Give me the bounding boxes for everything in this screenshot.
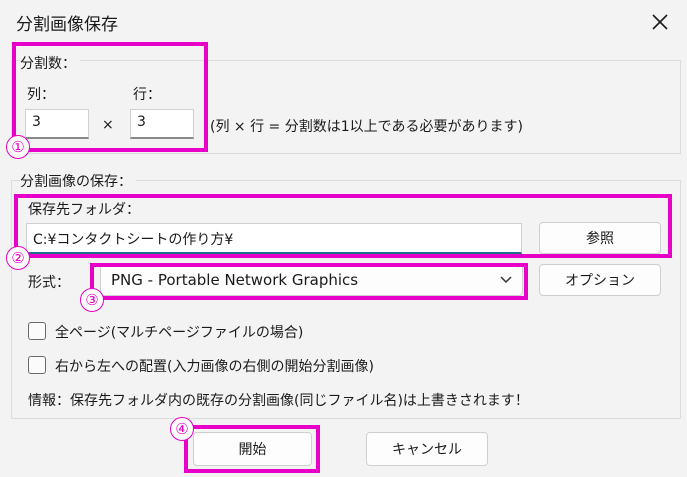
format-select[interactable]: PNG - Portable Network Graphics xyxy=(100,264,523,296)
folder-label: 保存先フォルダ： xyxy=(28,202,140,218)
browse-button[interactable]: 参照 xyxy=(539,222,661,254)
format-label: 形式： xyxy=(28,275,70,291)
close-button[interactable] xyxy=(640,4,680,40)
options-button[interactable]: オプション xyxy=(539,264,661,296)
right-to-left-label[interactable]: 右から左への配置(入力画像の右側の開始分割画像) xyxy=(55,356,374,376)
chevron-down-icon xyxy=(500,276,512,284)
cancel-button[interactable]: キャンセル xyxy=(366,432,488,466)
split-count-group-label: 分割数： xyxy=(20,53,80,73)
rows-input[interactable]: 3 xyxy=(130,109,194,139)
format-select-value: PNG - Portable Network Graphics xyxy=(111,271,359,289)
close-icon xyxy=(652,14,668,30)
split-count-group xyxy=(11,60,681,154)
overwrite-info: 情報：保存先フォルダ内の既存の分割画像(同じファイル名)は上書きされます！ xyxy=(28,393,529,409)
rows-label: 行： xyxy=(133,87,161,103)
times-sign: × xyxy=(102,117,114,133)
callout-4: ④ xyxy=(170,417,194,441)
all-pages-checkbox[interactable] xyxy=(28,322,46,340)
right-to-left-checkbox[interactable] xyxy=(28,356,46,374)
folder-path-input[interactable]: C:¥コンタクトシートの作り方¥ xyxy=(26,223,522,254)
window-title: 分割画像保存 xyxy=(16,15,118,35)
all-pages-label[interactable]: 全ページ(マルチページファイルの場合) xyxy=(55,322,303,342)
start-button[interactable]: 開始 xyxy=(193,432,312,466)
save-group-label: 分割画像の保存： xyxy=(20,171,136,191)
callout-2: ② xyxy=(6,246,30,270)
columns-label: 列： xyxy=(27,87,55,103)
columns-input[interactable]: 3 xyxy=(25,109,89,139)
callout-3: ③ xyxy=(80,288,104,312)
split-count-hint: (列 × 行 = 分割数は1以上である必要があります) xyxy=(210,119,523,135)
callout-1: ① xyxy=(6,135,30,159)
